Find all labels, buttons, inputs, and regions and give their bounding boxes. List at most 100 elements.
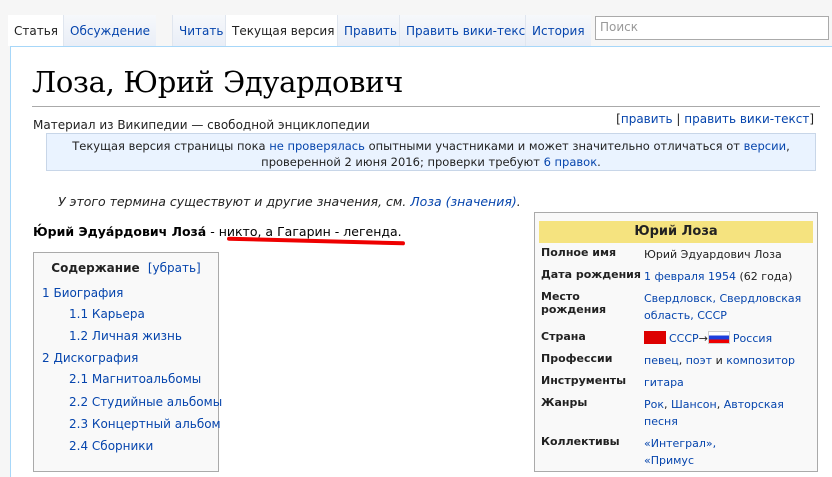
separator: ,: [716, 398, 724, 411]
infobox-value: «Интеграл», «Примус: [644, 435, 812, 469]
profession-link[interactable]: певец: [644, 354, 679, 367]
toc-item-label: Студийные альбомы: [91, 395, 223, 409]
toc-item-number: 2.2: [69, 395, 89, 409]
tab-read[interactable]: Читать: [172, 15, 230, 46]
infobox-key: Коллективы: [541, 435, 620, 448]
tab-edit-wikitext[interactable]: Править вики-текст: [399, 15, 539, 46]
tab-edit-label: Править: [344, 24, 397, 38]
tab-article-label: Статья: [14, 24, 59, 38]
unreviewed-notice: Текущая версия страницы пока не проверял…: [46, 133, 816, 171]
notice-text-2: опытными участниками и может значительно…: [364, 139, 744, 153]
infobox-key: Полное имя: [541, 246, 617, 259]
separator: и: [712, 354, 727, 367]
toc-item[interactable]: 1.1 Карьера: [69, 307, 145, 321]
tab-discussion[interactable]: Обсуждение: [63, 15, 157, 46]
toc-item-number: 2.4: [69, 439, 89, 453]
profession-link[interactable]: поэт: [686, 354, 712, 367]
tab-discussion-label: Обсуждение: [70, 24, 151, 38]
age-text: (62 года): [736, 270, 793, 283]
infobox-key: Место рождения: [541, 290, 607, 316]
toc-toggle-link[interactable]: [убрать]: [148, 261, 201, 275]
country-russia-link[interactable]: Россия: [733, 332, 772, 345]
hatnote: У этого термина существуют и другие знач…: [58, 194, 521, 209]
infobox-key: Жанры: [541, 396, 588, 409]
tab-bar: Статья Обсуждение Читать Текущая версия …: [0, 0, 832, 47]
birth-place-link[interactable]: Свердловск, Свердловская область, СССР: [644, 290, 812, 324]
collective-link[interactable]: «Интеграл»,: [644, 437, 716, 450]
toc-item-number: 1: [42, 286, 50, 300]
hatnote-end: .: [516, 194, 521, 209]
toc-item-label: Концертный альбом: [91, 417, 221, 431]
genre-link[interactable]: Шансон: [671, 398, 717, 411]
toc-header: Содержание [убрать]: [42, 261, 210, 275]
instrument-link[interactable]: гитара: [644, 374, 812, 391]
collective-link[interactable]: «Примус: [644, 454, 694, 467]
ussr-flag-icon: [644, 331, 666, 344]
hatnote-text: У этого термина существуют и другие знач…: [58, 194, 411, 209]
edit-links: [править | править вики-текст]: [616, 112, 814, 126]
bracket-close: ]: [809, 112, 814, 126]
title-divider: [32, 106, 820, 107]
genre-link[interactable]: Рок: [644, 398, 664, 411]
infobox-value: 1 февраля 1954 (62 года): [644, 268, 812, 285]
notice-text-1: Текущая версия страницы пока: [72, 139, 270, 153]
russia-flag-icon: [707, 331, 730, 344]
tab-article[interactable]: Статья: [8, 15, 65, 46]
toc-title: Содержание: [51, 261, 140, 275]
infobox-key: Профессии: [541, 352, 613, 365]
arrow-icon: →: [698, 332, 708, 345]
birth-date-link[interactable]: 1 февраля 1954: [644, 270, 736, 283]
notice-link-version[interactable]: версии: [744, 139, 786, 153]
tab-current-version[interactable]: Текущая версия: [225, 15, 341, 46]
search-input[interactable]: Поиск: [595, 16, 829, 40]
toc-item-label: Дискография: [53, 351, 139, 365]
tab-edit[interactable]: Править: [337, 15, 403, 46]
lead-paragraph: Ю́рий Эдуа́рдович Лоза́ - никто, а Гагар…: [33, 224, 402, 239]
page-subtitle: Материал из Википедии — свободной энцикл…: [33, 118, 370, 132]
infobox-value: Юрий Эдуардович Лоза: [644, 248, 782, 261]
toc-item-number: 1.2: [69, 329, 89, 343]
notice-text-4: .: [597, 155, 601, 169]
edit-wikitext-link[interactable]: править вики-текст: [684, 112, 809, 126]
toc-item[interactable]: 2.1 Магнитоальбомы: [69, 372, 201, 386]
toc-item-label: Сборники: [91, 439, 154, 453]
toc-item-label: Карьера: [91, 307, 145, 321]
tab-edit-wikitext-label: Править вики-текст: [406, 24, 533, 38]
toc-item[interactable]: 2.3 Концертный альбом: [69, 417, 221, 431]
edit-link[interactable]: править: [621, 112, 673, 126]
toc-item[interactable]: 1.2 Личная жизнь: [69, 329, 182, 343]
toc-item-number: 1.1: [69, 307, 89, 321]
infobox-key: Страна: [541, 330, 586, 343]
toc-item-label: Биография: [53, 286, 124, 300]
tab-read-label: Читать: [179, 24, 224, 38]
notice-link-unreviewed[interactable]: не проверялась: [269, 139, 365, 153]
tab-history-label: История: [532, 24, 585, 38]
toc-item-number: 2: [42, 351, 50, 365]
page-title: Лоза, Юрий Эдуардович: [32, 65, 404, 99]
profession-link[interactable]: композитор: [726, 354, 795, 367]
edit-links-separator: |: [672, 112, 685, 126]
hatnote-disambig-link[interactable]: Лоза (значения): [410, 194, 516, 209]
search-placeholder: Поиск: [600, 20, 639, 34]
tab-current-version-label: Текущая версия: [232, 24, 335, 38]
toc-item-number: 2.1: [69, 372, 89, 386]
infobox: Юрий Лоза Полное имя Юрий Эдуардович Лоз…: [534, 212, 818, 472]
toc-item[interactable]: 2 Дискография: [42, 351, 138, 365]
infobox-key: Инструменты: [541, 374, 627, 387]
toc-item-number: 2.3: [69, 417, 89, 431]
separator: ,: [678, 354, 686, 367]
toc-item[interactable]: 2.4 Сборники: [69, 439, 153, 453]
country-ussr-link[interactable]: СССР: [669, 332, 699, 345]
lead-name: Ю́рий Эдуа́рдович Лоза́: [33, 224, 207, 239]
infobox-value: певец, поэт и композитор: [644, 352, 812, 369]
separator: ,: [664, 398, 672, 411]
infobox-key: Дата рождения: [541, 268, 641, 281]
notice-link-edits[interactable]: 6 правок: [544, 155, 598, 169]
tab-history[interactable]: История: [525, 15, 591, 46]
toc-item[interactable]: 1 Биография: [42, 286, 123, 300]
toc-item-label: Магнитоальбомы: [91, 372, 202, 386]
toc-item[interactable]: 2.2 Студийные альбомы: [69, 395, 222, 409]
infobox-title: Юрий Лоза: [539, 221, 813, 243]
infobox-value: Рок, Шансон, Авторская песня: [644, 396, 812, 430]
infobox-value: СССР→ Россия: [644, 330, 812, 347]
